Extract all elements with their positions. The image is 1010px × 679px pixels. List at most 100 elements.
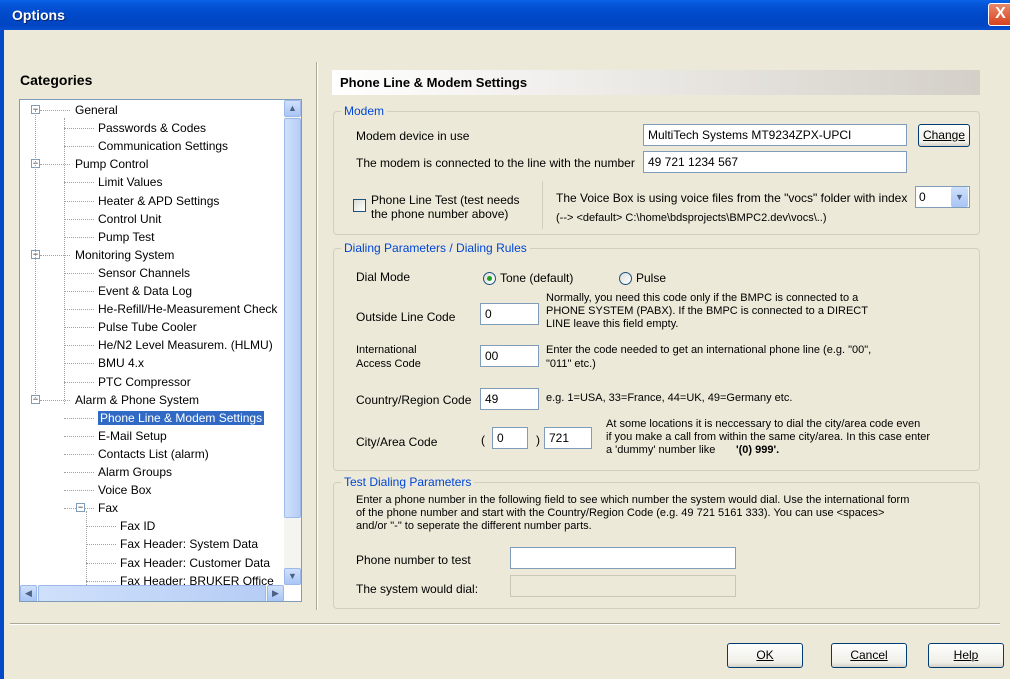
tree-item-label: Limit Values — [98, 175, 163, 190]
tree-item[interactable]: Limit Values — [98, 173, 162, 191]
tree-item[interactable]: Fax Header: Customer Data — [120, 554, 270, 572]
voice-box-index-select[interactable]: 0 ▼ — [915, 186, 970, 208]
tree-connector — [64, 200, 94, 202]
pulse-radio[interactable] — [619, 272, 632, 285]
dial-mode-label: Dial Mode — [356, 270, 411, 284]
tree-item[interactable]: Event & Data Log — [98, 282, 192, 300]
country-code-field[interactable]: 49 — [480, 388, 539, 410]
tree-item-label: General — [75, 103, 118, 117]
phone-line-test-checkbox[interactable] — [353, 199, 366, 212]
tree-connector — [86, 526, 116, 528]
close-button[interactable]: X — [988, 3, 1010, 26]
ok-button[interactable]: OK — [727, 643, 803, 668]
change-button-label: Change — [922, 128, 966, 142]
intl-help-2: "011" etc.) — [546, 358, 596, 370]
outside-help-2: PHONE SYSTEM (PABX). If the BMPC is conn… — [546, 305, 868, 317]
tree-item-label: He/N2 Level Measurem. (HLMU) — [98, 338, 273, 353]
tree-item-label: Pulse Tube Cooler — [98, 320, 197, 335]
tree-item[interactable]: Voice Box — [98, 481, 151, 499]
tree-item[interactable]: Alarm & Phone System — [75, 391, 199, 409]
tree-item-label: Control Unit — [98, 211, 162, 226]
tree-item[interactable]: He/N2 Level Measurem. (HLMU) — [98, 336, 273, 354]
city-prefix-field[interactable]: 0 — [492, 427, 528, 449]
intl-label-1: International — [356, 344, 417, 356]
categories-tree[interactable]: − General Passwords & Codes Communication S… — [19, 99, 302, 602]
cancel-button-label: Cancel — [850, 648, 888, 662]
tree-item-label: Passwords & Codes — [98, 121, 207, 136]
modem-separator — [542, 181, 543, 229]
tree-connector — [64, 236, 94, 238]
city-close-paren: ) — [536, 433, 540, 447]
tree-item[interactable]: E-Mail Setup — [98, 427, 167, 445]
intl-label-2: Access Code — [356, 358, 421, 370]
tree-connector — [86, 580, 116, 582]
tree-item[interactable]: Alarm Groups — [98, 463, 172, 481]
horizontal-scroll-thumb[interactable] — [38, 585, 266, 601]
tree-item[interactable]: Sensor Channels — [98, 264, 190, 282]
tree-item[interactable]: He-Refill/He-Measurement Check — [98, 300, 277, 318]
tree-connector — [64, 218, 94, 220]
tree-item-label: Fax Header: Customer Data — [120, 555, 271, 570]
scroll-left-button[interactable]: ◀ — [20, 585, 37, 601]
phone-line-test-label-2: the phone number above) — [371, 207, 509, 221]
tree-item[interactable]: BMU 4.x — [98, 354, 144, 372]
tree-item[interactable]: Communication Settings — [98, 137, 228, 155]
help-button[interactable]: Help — [928, 643, 1004, 668]
tree-item[interactable]: Control Unit — [98, 210, 161, 228]
test-number-field[interactable] — [510, 547, 736, 569]
scroll-right-button[interactable]: ▶ — [267, 585, 284, 601]
tree-item[interactable]: Phone Line & Modem Settings — [98, 409, 265, 427]
tree-item-label: Heater & APD Settings — [98, 193, 220, 208]
tree-item-label: BMU 4.x — [98, 356, 145, 371]
collapse-icon[interactable]: − — [76, 503, 85, 513]
scroll-up-button[interactable]: ▲ — [284, 100, 301, 117]
scroll-down-button[interactable]: ▼ — [284, 568, 301, 585]
tree-connector — [64, 381, 94, 383]
tree-item[interactable]: Fax Header: BRUKER Office — [120, 572, 274, 585]
tree-item[interactable]: Heater & APD Settings — [98, 192, 219, 210]
tone-radio-label: Tone (default) — [500, 271, 574, 285]
modem-number-field[interactable]: 49 721 1234 567 — [643, 151, 907, 173]
tree-item[interactable]: Pump Test — [98, 228, 154, 246]
tree-item-label: Communication Settings — [98, 139, 229, 154]
system-dial-label: The system would dial: — [356, 582, 479, 596]
outside-help-3: LINE leave this field empty. — [546, 318, 679, 330]
intl-help-1: Enter the code needed to get an internat… — [546, 344, 872, 356]
chevron-down-icon[interactable]: ▼ — [951, 187, 968, 207]
tree-item[interactable]: Fax ID — [120, 517, 155, 535]
tree-item[interactable]: Pump Control — [75, 155, 148, 173]
tree-item[interactable]: Fax — [98, 499, 118, 517]
tree-item[interactable]: Monitoring System — [75, 246, 174, 264]
tree-item[interactable]: Pulse Tube Cooler — [98, 318, 197, 336]
pulse-radio-label: Pulse — [636, 271, 667, 285]
change-modem-button[interactable]: Change — [918, 124, 970, 147]
modem-device-field[interactable]: MultiTech Systems MT9234ZPX-UPCI — [643, 124, 907, 146]
tree-guide-line — [64, 118, 65, 404]
footer-separator — [10, 623, 1000, 625]
horizontal-scrollbar[interactable]: ◀ ▶ — [20, 585, 284, 601]
tree-item[interactable]: PTC Compressor — [98, 373, 191, 391]
tree-item[interactable]: General — [75, 101, 118, 119]
cancel-button[interactable]: Cancel — [831, 643, 907, 668]
tree-guide-line — [86, 511, 87, 585]
city-code-field[interactable]: 721 — [544, 427, 592, 449]
chevron-right-icon: ▶ — [272, 588, 279, 598]
tree-item[interactable]: Contacts List (alarm) — [98, 445, 209, 463]
tone-radio[interactable] — [483, 272, 496, 285]
tree-item-label: Fax Header: System Data — [120, 537, 259, 552]
test-intro-1: Enter a phone number in the following fi… — [356, 494, 910, 506]
tree-item-label: Pump Test — [98, 229, 155, 244]
tree-connector — [64, 146, 94, 148]
vertical-scrollbar[interactable]: ▲ ▼ — [284, 100, 301, 585]
outside-line-field[interactable]: 0 — [480, 303, 539, 325]
tree-guide-line — [35, 110, 36, 400]
tree-connector — [64, 435, 94, 437]
tree-connector — [86, 562, 116, 564]
dialing-group-title: Dialing Parameters / Dialing Rules — [341, 241, 530, 255]
modem-group-title: Modem — [341, 104, 388, 118]
intl-access-field[interactable]: 00 — [480, 345, 539, 367]
vertical-scroll-thumb[interactable] — [284, 118, 301, 518]
tree-item[interactable]: Passwords & Codes — [98, 119, 206, 137]
tree-item[interactable]: Fax Header: System Data — [120, 535, 258, 553]
tree-connector — [64, 128, 94, 130]
